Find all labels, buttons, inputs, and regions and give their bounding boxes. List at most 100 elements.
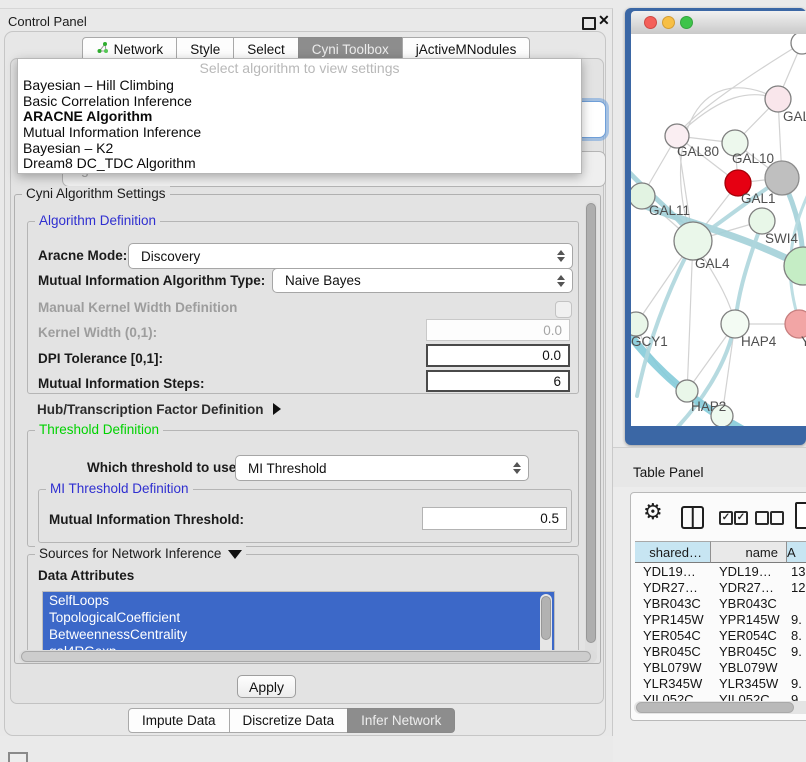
mi-threshold-definition-title: MI Threshold Definition <box>46 481 193 496</box>
manual-kernel-checkbox[interactable] <box>555 301 572 318</box>
algorithm-option-dream8-dc-tdc-algorithm[interactable]: Dream8 DC_TDC Algorithm <box>18 156 581 172</box>
network-icon <box>96 41 109 58</box>
algorithm-option-mutual-information-inference[interactable]: Mutual Information Inference <box>18 125 581 141</box>
window-title: Control Panel <box>8 14 87 29</box>
node-label-gal: GAL <box>783 109 806 124</box>
attributes-list-scrollbar[interactable] <box>540 594 552 657</box>
mi-type-combobox[interactable]: Naive Bayes <box>272 268 573 293</box>
table-cell <box>787 660 806 676</box>
node-label-swi4: SWI4 <box>765 231 798 246</box>
node-label-hap4: HAP4 <box>741 334 777 349</box>
settings-horizontal-scrollbar[interactable] <box>19 650 597 663</box>
scrollbar-thumb[interactable] <box>21 651 591 662</box>
table-row[interactable]: YPR145WYPR145W9. <box>635 612 806 628</box>
table-cell: YPR145W <box>711 612 787 628</box>
network-graph[interactable]: GALGAL80GAL10GAL1GAL11SWI4GAL4GCY1HAP4YH… <box>631 34 806 426</box>
table-row[interactable]: YDR27…YDR27…12 <box>635 580 806 596</box>
network-node[interactable] <box>765 161 799 195</box>
stepper-icon <box>557 250 565 262</box>
aracne-mode-combobox[interactable]: Discovery <box>128 243 573 269</box>
scrollbar-thumb[interactable] <box>636 702 794 713</box>
gear-icon[interactable]: ⚙ <box>643 501 663 523</box>
minimize-traffic-light-icon[interactable] <box>662 16 675 29</box>
close-traffic-light-icon[interactable] <box>644 16 657 29</box>
network-node[interactable] <box>631 312 648 336</box>
which-threshold-label: Which threshold to use: <box>87 460 241 475</box>
algorithm-option-bayesian-k2[interactable]: Bayesian – K2 <box>18 141 581 157</box>
network-node[interactable] <box>791 34 806 54</box>
dock-panel-icon[interactable] <box>8 752 28 762</box>
network-canvas[interactable]: GALGAL80GAL10GAL1GAL11SWI4GAL4GCY1HAP4YH… <box>631 34 806 426</box>
table-row[interactable]: YDL19…YDL19…13 <box>635 564 806 580</box>
dpi-tolerance-value: 0.0 <box>542 348 561 363</box>
attribute-item-selfloops[interactable]: SelfLoops <box>43 592 554 609</box>
tab-discretize-data[interactable]: Discretize Data <box>229 708 349 733</box>
kernel-width-field[interactable]: 0.0 <box>426 319 570 341</box>
dpi-tolerance-label: DPI Tolerance [0,1]: <box>38 351 163 366</box>
float-window-icon[interactable] <box>582 17 596 30</box>
select-all-checkbox-icon[interactable]: ✓ <box>719 511 733 525</box>
kernel-width-value: 0.0 <box>543 323 562 338</box>
algorithm-option-aracne-algorithm[interactable]: ARACNE Algorithm <box>18 109 581 125</box>
column-header-name[interactable]: name <box>711 541 787 563</box>
tab-impute-data[interactable]: Impute Data <box>128 708 230 733</box>
table-cell: YDL19… <box>711 564 787 580</box>
column-layout-icon[interactable] <box>681 506 704 529</box>
new-table-icon[interactable] <box>795 502 806 529</box>
mi-threshold-definition-group: MI Threshold Definition Mutual Informati… <box>38 489 572 543</box>
zoom-traffic-light-icon[interactable] <box>680 16 693 29</box>
manual-kernel-label: Manual Kernel Width Definition <box>38 300 237 315</box>
table-horizontal-scrollbar[interactable] <box>634 701 806 714</box>
node-label-y: Y <box>801 334 806 349</box>
column-header-a[interactable]: A <box>787 541 806 563</box>
column-header-shared[interactable]: shared… <box>635 541 711 563</box>
mi-threshold-field[interactable]: 0.5 <box>422 507 567 530</box>
table-row[interactable]: YBR045CYBR045C9. <box>635 644 806 660</box>
network-node[interactable] <box>784 247 806 285</box>
tab-label: jActiveMNodules <box>416 41 517 58</box>
network-node[interactable] <box>674 222 712 260</box>
table-row[interactable]: YBL079WYBL079W <box>635 660 806 676</box>
dpi-tolerance-field[interactable]: 0.0 <box>426 344 570 367</box>
table-cell: YLR345W <box>711 676 787 692</box>
apply-button[interactable]: Apply <box>237 675 296 698</box>
table-panel-header: Table Panel <box>613 447 806 488</box>
attribute-item-betweennesscentrality[interactable]: BetweennessCentrality <box>43 626 554 643</box>
collapsed-arrow-icon <box>273 403 281 415</box>
tab-infer-network[interactable]: Infer Network <box>347 708 455 733</box>
network-edge[interactable] <box>687 241 693 391</box>
deselect-all-checkbox-icon[interactable] <box>770 511 784 525</box>
algorithm-dropdown-popup: Select algorithm to view settings Bayesi… <box>17 58 582 174</box>
hub-section-toggle[interactable]: Hub/Transcription Factor Definition <box>37 402 281 417</box>
expanded-arrow-icon <box>228 550 242 559</box>
deselect-all-checkbox-icon[interactable] <box>755 511 769 525</box>
settings-vertical-scrollbar[interactable] <box>585 201 597 658</box>
cyni-algorithm-settings-group: Cyni Algorithm Settings Algorithm Defini… <box>14 194 601 664</box>
hub-section-label: Hub/Transcription Factor Definition <box>37 402 264 417</box>
data-attributes-list[interactable]: SelfLoopsTopologicalCoefficientBetweenne… <box>42 591 555 659</box>
close-icon[interactable]: ✕ <box>598 12 610 29</box>
table-cell: YDL19… <box>635 564 711 580</box>
table-cell: 9. <box>787 612 806 628</box>
select-all-checkbox-icon[interactable]: ✓ <box>734 511 748 525</box>
table-row[interactable]: YLR345WYLR345W9. <box>635 676 806 692</box>
sources-group: Sources for Network Inference Data Attri… <box>27 554 579 663</box>
table-cell: YBL079W <box>635 660 711 676</box>
network-window-titlebar[interactable] <box>631 11 806 35</box>
scrollbar-thumb[interactable] <box>541 596 551 640</box>
tab-label: Select <box>247 41 285 58</box>
stepper-icon <box>513 462 521 474</box>
sources-toggle[interactable]: Sources for Network Inference <box>35 546 246 561</box>
tab-label: Infer Network <box>361 712 441 729</box>
algorithm-option-basic-correlation-inference[interactable]: Basic Correlation Inference <box>18 94 581 110</box>
attribute-item-topologicalcoefficient[interactable]: TopologicalCoefficient <box>43 609 554 626</box>
kernel-width-label: Kernel Width (0,1): <box>38 325 157 340</box>
which-threshold-combobox[interactable]: MI Threshold <box>235 455 529 481</box>
table-cell: YLR345W <box>635 676 711 692</box>
table-cell: 13 <box>787 564 806 580</box>
table-row[interactable]: YBR043CYBR043C <box>635 596 806 612</box>
mi-steps-field[interactable]: 6 <box>426 370 570 392</box>
algorithm-option-bayesian-hill-climbing[interactable]: Bayesian – Hill Climbing <box>18 78 581 94</box>
scrollbar-thumb[interactable] <box>586 203 596 643</box>
table-row[interactable]: YER054CYER054C8. <box>635 628 806 644</box>
